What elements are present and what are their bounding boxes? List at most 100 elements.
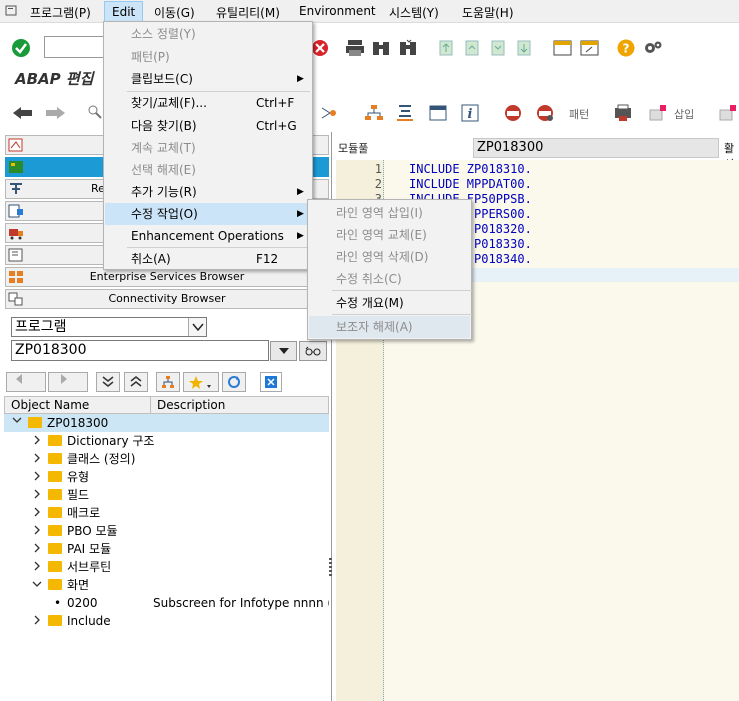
insert-line-icon[interactable]	[648, 104, 666, 122]
menu-goto[interactable]: 이동(G)	[154, 4, 195, 21]
system-menu-icon[interactable]	[5, 5, 17, 20]
tree-row[interactable]: 클래스 (정의)	[4, 450, 329, 468]
menu-item-clipboard[interactable]: 클립보드(C) ▶	[105, 68, 311, 90]
object-name-input[interactable]: ZP018300	[11, 340, 269, 361]
object-type-dropdown[interactable]: 프로그램	[11, 317, 207, 337]
svg-text:i: i	[468, 107, 473, 122]
hierarchy-tree-icon[interactable]	[156, 372, 180, 392]
menu-item-enhancement-operations[interactable]: Enhancement Operations ▶	[105, 225, 311, 247]
window-icon[interactable]	[429, 104, 447, 122]
close-icon[interactable]	[260, 372, 282, 392]
menu-utilities[interactable]: 유틸리티(M)	[216, 4, 280, 21]
refresh-icon[interactable]	[222, 372, 246, 392]
folder-icon	[48, 507, 62, 518]
info-icon[interactable]: i	[461, 104, 479, 122]
menu-item-find-replace[interactable]: 찾기/교체(F)... Ctrl+F	[105, 92, 311, 114]
find-icon[interactable]	[372, 39, 390, 57]
chevron-right-icon[interactable]	[32, 450, 42, 468]
menu-system[interactable]: 시스템(Y)	[389, 4, 439, 21]
chevron-right-icon[interactable]	[32, 522, 42, 540]
favorites-star-icon[interactable]	[183, 372, 219, 392]
menu-environment[interactable]: Environment	[299, 4, 376, 18]
chevron-right-icon[interactable]	[32, 504, 42, 522]
tree-row[interactable]: PAI 모듈	[4, 540, 329, 558]
delete-line-icon[interactable]	[718, 104, 736, 122]
dropdown-arrow-icon[interactable]	[270, 341, 297, 361]
tree-row[interactable]: 유형	[4, 468, 329, 486]
print-icon[interactable]	[345, 39, 364, 57]
hierarchy-icon[interactable]	[320, 104, 338, 122]
cancel-icon[interactable]	[311, 39, 329, 57]
code-line[interactable]: PPERS00.	[474, 207, 532, 221]
collapse-all-icon[interactable]	[124, 372, 148, 392]
menu-item-find-next[interactable]: 다음 찾기(B) Ctrl+G	[105, 115, 311, 137]
tree-root-row[interactable]: ZP018300	[4, 414, 329, 432]
code-line[interactable]: INCLUDE MPPDAT00.	[409, 177, 532, 191]
connectivity-icon	[8, 292, 24, 306]
open-folder-icon	[48, 579, 62, 590]
enterprise-services-icon	[8, 270, 24, 284]
previous-page-icon[interactable]	[463, 39, 481, 57]
chevron-down-icon[interactable]	[188, 318, 206, 336]
chevron-right-icon[interactable]	[32, 468, 42, 486]
code-line[interactable]: P018340.	[474, 252, 532, 266]
folder-icon	[28, 417, 42, 428]
tree-row[interactable]: • 0200 Subscreen for Infotype nnnn (C	[4, 594, 329, 612]
submenu-item-undo-modification: 수정 취소(C)	[336, 272, 402, 286]
tree-row[interactable]: Dictionary 구조	[4, 432, 329, 450]
pattern-button[interactable]: 패턴	[569, 106, 589, 122]
forward-arrow-icon	[44, 106, 65, 124]
command-field[interactable]	[44, 36, 104, 58]
tree-row[interactable]: PBO 모듈	[4, 522, 329, 540]
menu-item-modification-operations[interactable]: 수정 작업(O) ▶	[105, 203, 311, 225]
insert-button[interactable]: 삽입	[674, 106, 694, 122]
new-session-icon[interactable]	[553, 39, 572, 57]
code-line[interactable]: P018320.	[474, 222, 532, 236]
next-page-icon[interactable]	[489, 39, 507, 57]
folder-icon	[48, 615, 62, 626]
tree-row[interactable]: Include	[4, 612, 329, 630]
chevron-right-icon[interactable]	[32, 486, 42, 504]
menu-program[interactable]: 프로그램(P)	[30, 4, 91, 21]
chevron-right-icon[interactable]	[32, 540, 42, 558]
svg-text:?: ?	[623, 42, 630, 56]
tree-row[interactable]: 매크로	[4, 504, 329, 522]
menu-edit[interactable]: Edit	[104, 1, 144, 22]
pretty-printer-icon[interactable]	[613, 104, 631, 122]
help-icon[interactable]: ?	[617, 39, 635, 57]
menu-help[interactable]: 도움말(H)	[462, 4, 514, 21]
debug-icon[interactable]	[503, 104, 521, 122]
code-line[interactable]: INCLUDE ZP018310.	[409, 162, 532, 176]
nav-connectivity-browser[interactable]: Connectivity Browser	[5, 289, 329, 309]
display-glasses-icon[interactable]	[299, 341, 327, 361]
submenu-item-modification-overview[interactable]: 수정 개요(M)	[309, 292, 470, 314]
column-divider	[150, 397, 151, 413]
column-description[interactable]: Description	[157, 398, 225, 412]
find-next-icon[interactable]	[399, 39, 417, 57]
back-arrow-icon[interactable]	[12, 106, 32, 124]
navigation-tree-icon[interactable]	[364, 104, 383, 122]
chevron-down-icon[interactable]	[32, 576, 42, 594]
chevron-right-icon[interactable]	[32, 558, 42, 576]
tree-row[interactable]: 필드	[4, 486, 329, 504]
chevron-right-icon[interactable]	[32, 432, 42, 450]
code-line[interactable]: P018330.	[474, 237, 532, 251]
column-object-name[interactable]: Object Name	[11, 398, 89, 412]
last-page-icon[interactable]	[515, 39, 533, 57]
expand-all-icon[interactable]	[96, 372, 120, 392]
forward-icon	[48, 372, 88, 392]
debug-session-icon[interactable]	[535, 104, 553, 122]
first-page-icon[interactable]	[437, 39, 455, 57]
settings-gear-icon[interactable]	[643, 39, 662, 57]
where-used-icon[interactable]	[396, 104, 414, 122]
menu-item-cancel[interactable]: 취소(A) F12	[105, 248, 311, 270]
chevron-right-icon[interactable]	[32, 612, 42, 630]
tree-row[interactable]: 화면	[4, 576, 329, 594]
splitter-handle[interactable]	[329, 558, 332, 578]
enter-check-icon[interactable]	[11, 38, 30, 57]
chevron-down-icon[interactable]	[12, 414, 22, 432]
nav-enterprise-services-browser[interactable]: Enterprise Services Browser	[5, 267, 329, 287]
tree-row[interactable]: 서브루틴	[4, 558, 329, 576]
shortcut-icon[interactable]	[580, 39, 599, 57]
menu-item-more-functions[interactable]: 추가 기능(R) ▶	[105, 181, 311, 203]
